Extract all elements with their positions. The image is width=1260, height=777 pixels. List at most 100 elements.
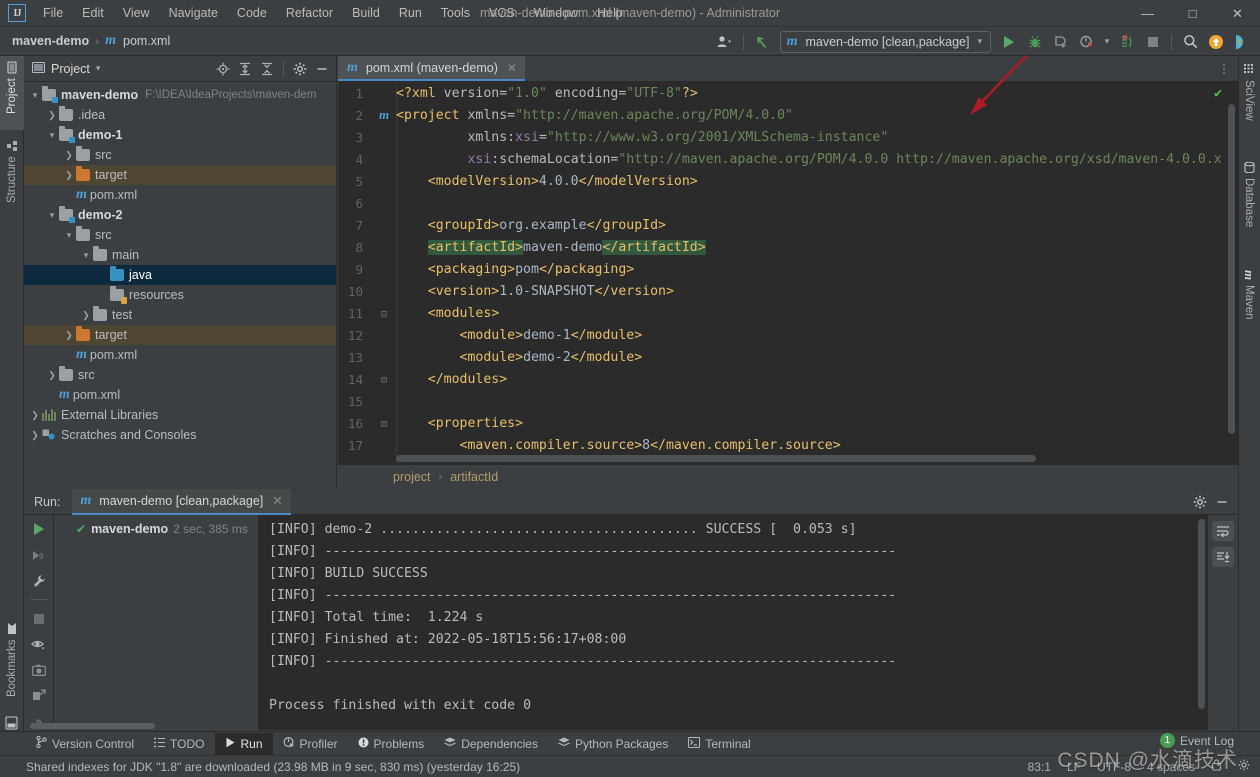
settings-gear-icon[interactable]	[1190, 492, 1210, 512]
sidebar-item-project[interactable]: Project	[0, 56, 24, 130]
menu-navigate[interactable]: Navigate	[160, 2, 227, 24]
person-icon[interactable]	[713, 31, 737, 53]
close-button[interactable]: ✕	[1215, 0, 1260, 27]
menu-code[interactable]: Code	[228, 2, 276, 24]
run-with-coverage-icon[interactable]	[1049, 31, 1073, 53]
tree-item-pom-xml[interactable]: m pom.xml	[24, 345, 336, 365]
run-configuration-selector[interactable]: m maven-demo [clean,package] ▾	[779, 30, 991, 53]
tree-item-src[interactable]: ❯ src	[24, 365, 336, 385]
breadcrumb-artifactid[interactable]: artifactId	[450, 470, 498, 484]
tree-item-demo-1[interactable]: ▾ demo-1	[24, 125, 336, 145]
chevron-right-icon[interactable]: ❯	[28, 410, 42, 421]
line-separator[interactable]: LF	[1067, 760, 1081, 774]
chevron-right-icon[interactable]: ❯	[62, 330, 76, 341]
chevron-right-icon[interactable]: ❯	[45, 110, 59, 121]
navbar-project-name[interactable]: maven-demo	[12, 34, 89, 48]
indent-setting[interactable]: 4 spaces	[1147, 760, 1195, 774]
menu-refactor[interactable]: Refactor	[277, 2, 342, 24]
chevron-down-icon[interactable]: ▾	[45, 130, 59, 141]
hide-panel-icon[interactable]	[1212, 492, 1232, 512]
scroll-to-end-icon[interactable]	[1212, 547, 1234, 567]
tree-item-src[interactable]: ❯ src	[24, 145, 336, 165]
project-tree[interactable]: ▾ maven-demo F:\IDEA\IdeaProjects\maven-de…	[24, 82, 336, 445]
editor-gutter[interactable]: ⊡	[372, 417, 396, 430]
chevron-down-icon[interactable]: ▾	[28, 90, 42, 101]
run-icon[interactable]	[997, 31, 1021, 53]
chevron-right-icon[interactable]: ❯	[45, 370, 59, 381]
caret-position[interactable]: 83:1	[1028, 760, 1051, 774]
tree-item-pom-xml[interactable]: m pom.xml	[24, 185, 336, 205]
chevron-right-icon[interactable]: ❯	[62, 150, 76, 161]
run-result-tree[interactable]: ✔ maven-demo 2 sec, 385 ms	[54, 515, 259, 730]
editor-tab-pom-xml[interactable]: m pom.xml (maven-demo) ✕	[338, 56, 525, 81]
tree-item-external-libraries[interactable]: ❯ External Libraries	[24, 405, 336, 425]
run-tab-maven-demo[interactable]: m maven-demo [clean,package] ✕	[72, 488, 291, 515]
editor-gutter[interactable]: m	[372, 107, 396, 123]
menu-run[interactable]: Run	[390, 2, 431, 24]
sidebar-item-bookmarks[interactable]: Bookmarks	[0, 616, 24, 706]
chevron-down-icon[interactable]: ▾	[1101, 31, 1113, 53]
editor-options-icon[interactable]: ⋮	[1218, 56, 1238, 81]
toolwindow-version-control[interactable]: Version Control	[26, 733, 144, 755]
toolwindow-profiler[interactable]: Profiler	[273, 733, 348, 755]
console-scrollbar[interactable]	[1198, 519, 1205, 709]
editor-gutter[interactable]: ⊡	[372, 307, 396, 320]
navbar-file-name[interactable]: pom.xml	[123, 34, 170, 48]
toolwindow-todo[interactable]: TODO	[144, 733, 214, 755]
minimize-button[interactable]: —	[1125, 0, 1170, 27]
locate-icon[interactable]	[213, 59, 233, 79]
update-icon[interactable]	[1204, 31, 1228, 53]
run-panel-horizontal-scrollbar[interactable]	[30, 723, 155, 729]
tree-item-maven-demo[interactable]: ▾ maven-demo F:\IDEA\IdeaProjects\maven-de…	[24, 85, 336, 105]
event-log-button[interactable]: 1 Event Log	[1159, 733, 1234, 748]
maximize-button[interactable]: □	[1170, 0, 1215, 27]
search-icon[interactable]	[1178, 31, 1202, 53]
toolwindow-python-packages[interactable]: Python Packages	[548, 733, 678, 755]
sidebar-item-database[interactable]: Database	[1238, 156, 1260, 246]
file-encoding[interactable]: UTF-8	[1097, 760, 1131, 774]
toolwindow-terminal[interactable]: Terminal	[678, 733, 760, 755]
settings-gear-icon[interactable]	[290, 59, 310, 79]
sidebar-item-sciview[interactable]: SciView	[1238, 58, 1260, 138]
rerun-failed-icon[interactable]: 9	[29, 547, 49, 564]
tree-item-scratches-and-consoles[interactable]: ❯ Scratches and Consoles	[24, 425, 336, 445]
menu-file[interactable]: File	[34, 2, 72, 24]
wrench-icon[interactable]	[29, 573, 49, 590]
soft-wrap-icon[interactable]	[1212, 521, 1234, 541]
expand-all-icon[interactable]	[235, 59, 255, 79]
undo-icon[interactable]	[750, 31, 774, 53]
editor-horizontal-scrollbar[interactable]	[396, 455, 1216, 462]
menu-view[interactable]: View	[114, 2, 159, 24]
debug-icon[interactable]	[1023, 31, 1047, 53]
run-tree-row[interactable]: ✔ maven-demo 2 sec, 385 ms	[54, 519, 258, 539]
chevron-down-icon[interactable]: ▾	[62, 230, 76, 241]
hide-panel-icon[interactable]	[312, 59, 332, 79]
menu-help[interactable]: Help	[588, 2, 632, 24]
chevron-down-icon[interactable]: ▾	[79, 250, 93, 261]
tree-item-target[interactable]: ❯ target	[24, 325, 336, 345]
sidebar-item-maven[interactable]: m Maven	[1238, 264, 1260, 339]
toggle-visibility-icon[interactable]	[29, 636, 49, 653]
sidebar-item-structure[interactable]: Structure	[0, 134, 24, 220]
export-icon[interactable]	[29, 688, 49, 705]
run-console-output[interactable]: [INFO] demo-2 ..........................…	[259, 515, 1208, 730]
menu-window[interactable]: Window	[525, 2, 587, 24]
toolwindow-dependencies[interactable]: Dependencies	[434, 733, 548, 755]
toolwindow-run[interactable]: Run	[214, 732, 273, 755]
lock-icon[interactable]	[1211, 759, 1222, 774]
editor-vertical-scrollbar[interactable]	[1228, 104, 1235, 434]
menu-edit[interactable]: Edit	[73, 2, 113, 24]
tree-item-main[interactable]: ▾ main	[24, 245, 336, 265]
tree-item-src[interactable]: ▾ src	[24, 225, 336, 245]
close-icon[interactable]: ✕	[272, 493, 282, 508]
rerun-icon[interactable]	[29, 521, 49, 538]
chevron-right-icon[interactable]: ❯	[28, 430, 42, 441]
chevron-down-icon[interactable]: ▾	[45, 210, 59, 221]
tree-item-resources[interactable]: resources	[24, 285, 336, 305]
editor-gutter[interactable]: ⊡	[372, 373, 396, 386]
tree-item--idea[interactable]: ❯ .idea	[24, 105, 336, 125]
tree-item-java[interactable]: java	[24, 265, 336, 285]
build-icon[interactable]	[1115, 31, 1139, 53]
code-editor[interactable]: 1 <?xml version="1.0" encoding="UTF-8"?> 2…	[338, 82, 1238, 464]
toolwindow-problems[interactable]: Problems	[348, 733, 435, 755]
